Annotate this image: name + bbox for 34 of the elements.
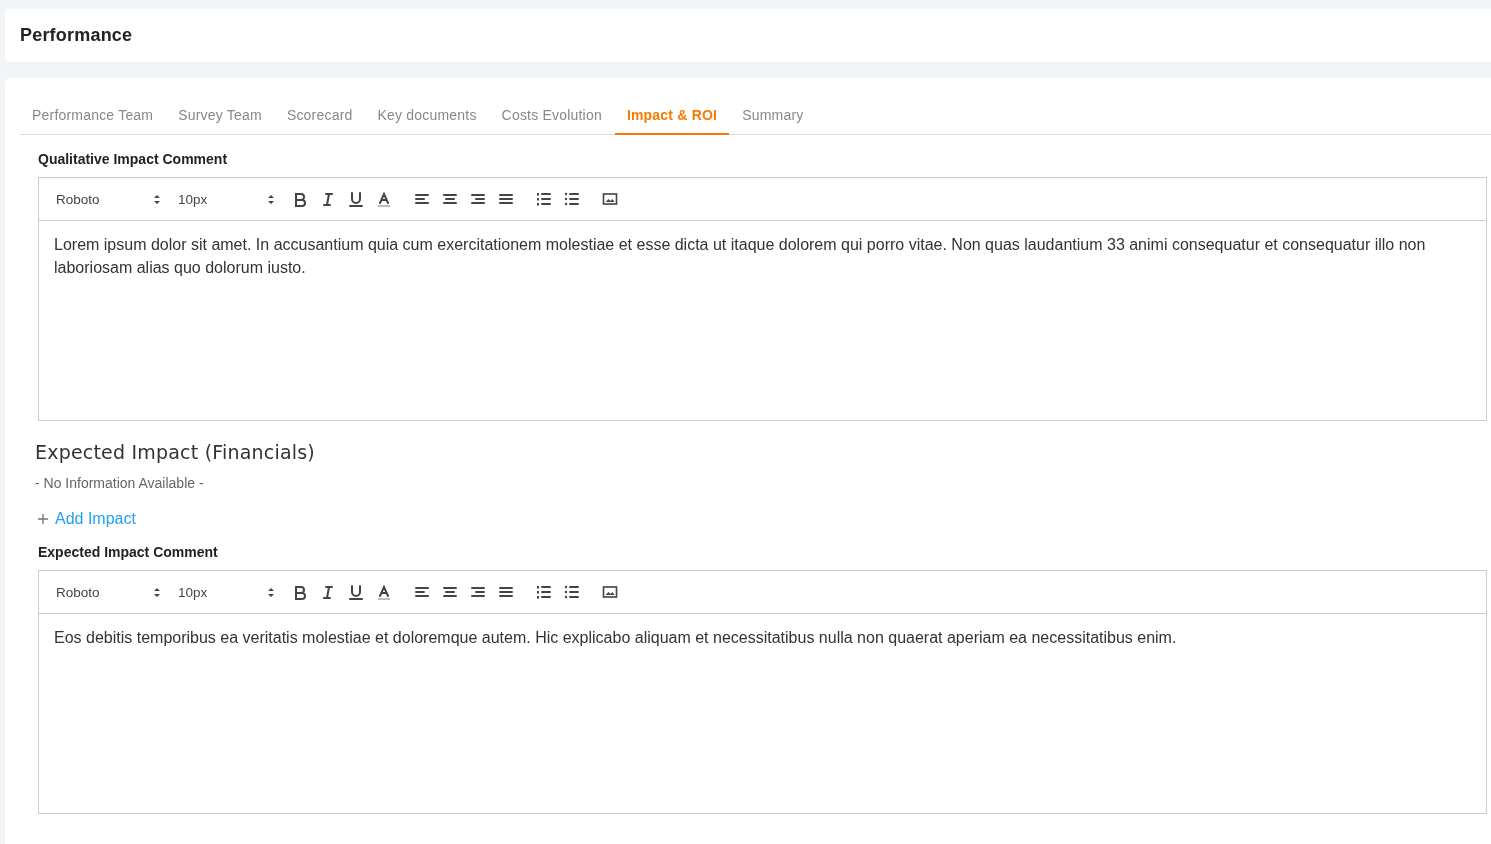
comment-field[interactable]: Lorem ipsum dolor sit amet. In accusantium quia cum exercitationem molestiae et esse dicta ut itaque dolorem qui porro vitae. Non quas laudantium 33 animi consequatur et consequatur illo non laboriosam alias quo dolorum iusto. bbox=[39, 221, 1486, 420]
add-impact-link[interactable]: Add Impact bbox=[55, 510, 136, 528]
tab[interactable]: Key documents bbox=[365, 96, 489, 135]
plus-icon[interactable] bbox=[37, 513, 49, 525]
tab[interactable]: Survey Team bbox=[166, 96, 274, 135]
tab[interactable]: Summary bbox=[730, 96, 816, 135]
comment-field[interactable]: Eos debitis temporibus ea veritatis molestiae et doloremque autem. Hic explicabo aliquam et necessitatibus nulla non quaerat aperiam ea necessitatibus enim. bbox=[39, 614, 1486, 813]
image-icon[interactable] bbox=[601, 190, 619, 208]
field-label: Expected Impact Comment bbox=[38, 544, 218, 560]
underline-icon[interactable] bbox=[347, 190, 365, 208]
underline-icon[interactable] bbox=[347, 583, 365, 601]
size-select[interactable]: 10px bbox=[178, 580, 280, 604]
section-heading: Expected Impact (Financials) bbox=[35, 441, 316, 463]
font-select[interactable]: Roboto bbox=[56, 187, 166, 211]
field-label: Qualitative Impact Comment bbox=[38, 151, 228, 167]
bullet-list-icon[interactable] bbox=[563, 190, 581, 208]
tab[interactable]: Costs Evolution bbox=[489, 96, 614, 135]
sort-arrows-icon bbox=[153, 193, 161, 205]
numbered-list-icon[interactable] bbox=[535, 190, 553, 208]
tab[interactable]: Performance Team bbox=[20, 96, 166, 135]
bullet-list-icon[interactable] bbox=[563, 583, 581, 601]
font-select[interactable]: Roboto bbox=[56, 580, 166, 604]
empty-message: - No Information Available - bbox=[35, 475, 204, 491]
text-color-icon[interactable] bbox=[375, 190, 393, 208]
page-title: Performance bbox=[20, 25, 133, 46]
sort-arrows-icon bbox=[267, 193, 275, 205]
tab[interactable]: Scorecard bbox=[274, 96, 365, 135]
tab[interactable]: Impact & ROI bbox=[614, 96, 730, 135]
sort-arrows-icon bbox=[267, 586, 275, 598]
image-icon[interactable] bbox=[601, 583, 619, 601]
size-select[interactable]: 10px bbox=[178, 187, 280, 211]
sort-arrows-icon bbox=[153, 586, 161, 598]
numbered-list-icon[interactable] bbox=[535, 583, 553, 601]
text-color-icon[interactable] bbox=[375, 583, 393, 601]
